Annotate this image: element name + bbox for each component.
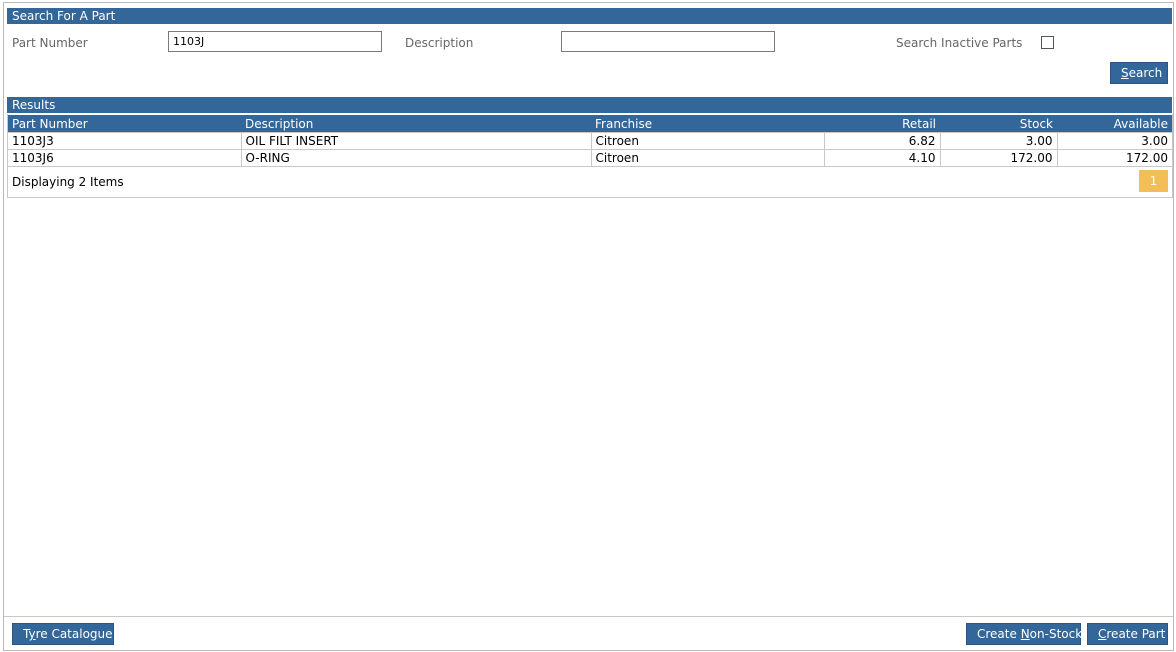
col-retail[interactable]: Retail: [824, 114, 940, 133]
create-non-stock-button[interactable]: Create Non-Stock: [966, 623, 1082, 645]
description-label: Description: [405, 36, 474, 50]
cell-franchise: Citroen: [590, 132, 825, 150]
results-header: Results: [7, 97, 1172, 113]
search-panel-header: Search For A Part: [7, 8, 1172, 24]
cell-stock: 172.00: [939, 149, 1058, 167]
tyre-catalogue-button[interactable]: Tyre Catalogue: [12, 623, 114, 645]
col-stock[interactable]: Stock: [940, 114, 1057, 133]
cell-retail: 4.10: [823, 149, 941, 167]
search-button[interactable]: Search: [1110, 62, 1168, 84]
table-row[interactable]: 1103J3 OIL FILT INSERT Citroen 6.82 3.00…: [8, 132, 1172, 150]
cell-available: 172.00: [1056, 149, 1172, 167]
results-header-row: Part Number Description Franchise Retail…: [8, 114, 1172, 133]
part-number-input[interactable]: [168, 31, 382, 52]
footer-divider: [4, 616, 1173, 617]
results-grid: Part Number Description Franchise Retail…: [7, 114, 1173, 198]
search-inactive-checkbox[interactable]: [1041, 36, 1054, 49]
table-row[interactable]: 1103J6 O-RING Citroen 4.10 172.00 172.00: [8, 149, 1172, 167]
create-part-button[interactable]: Create Part: [1087, 623, 1168, 645]
col-description[interactable]: Description: [241, 114, 591, 133]
cell-description: OIL FILT INSERT: [240, 132, 592, 150]
page-button-1[interactable]: 1: [1139, 170, 1168, 192]
cell-part-number: 1103J3: [8, 132, 242, 150]
description-input[interactable]: [561, 31, 775, 52]
item-count-text: Displaying 2 Items: [12, 175, 124, 189]
results-table: Part Number Description Franchise Retail…: [8, 114, 1172, 167]
cell-available: 3.00: [1056, 132, 1172, 150]
col-available[interactable]: Available: [1057, 114, 1172, 133]
cell-stock: 3.00: [939, 132, 1058, 150]
part-number-label: Part Number: [12, 36, 88, 50]
col-franchise[interactable]: Franchise: [591, 114, 824, 133]
cell-franchise: Citroen: [590, 149, 825, 167]
col-part-number[interactable]: Part Number: [8, 114, 241, 133]
search-inactive-label: Search Inactive Parts: [896, 36, 1023, 50]
cell-retail: 6.82: [823, 132, 941, 150]
cell-part-number: 1103J6: [8, 149, 242, 167]
cell-description: O-RING: [240, 149, 592, 167]
